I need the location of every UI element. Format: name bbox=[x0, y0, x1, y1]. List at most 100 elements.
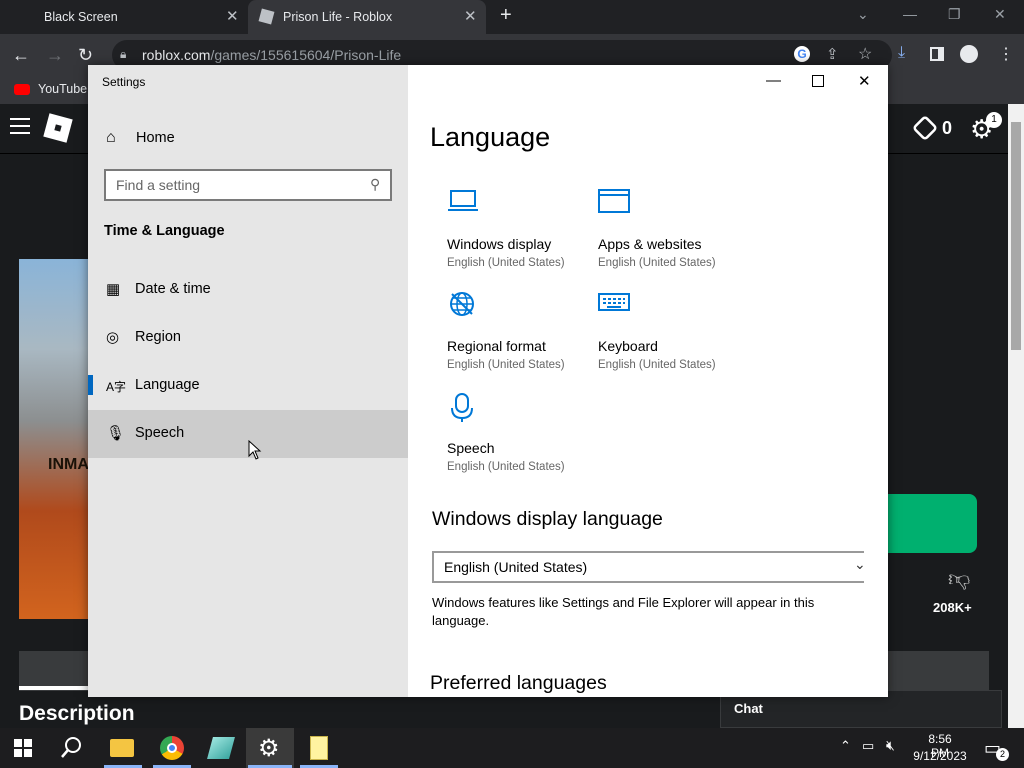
lock-icon[interactable]: 🔒︎ bbox=[120, 47, 126, 62]
window-icon bbox=[598, 189, 630, 213]
chrome-icon[interactable] bbox=[160, 736, 184, 760]
tile-subtitle: English (United States) bbox=[598, 257, 716, 269]
settings-minimize-icon[interactable]: — bbox=[766, 72, 781, 89]
tile-subtitle: English (United States) bbox=[447, 257, 565, 269]
thumbs-down-icon[interactable]: 👎︎ bbox=[948, 565, 970, 592]
hamburger-menu-icon[interactable] bbox=[10, 118, 30, 136]
tile-regional-format[interactable]: Regional format English (United States) bbox=[447, 291, 597, 386]
notepad-icon[interactable] bbox=[310, 736, 328, 760]
tile-name: Keyboard bbox=[598, 338, 658, 354]
tab-prison-life[interactable]: Prison Life - Roblox ✕ bbox=[248, 0, 486, 34]
tile-speech[interactable]: Speech English (United States) bbox=[447, 393, 597, 488]
tab-search-icon[interactable]: ⌄ bbox=[857, 6, 869, 23]
side-panel-icon[interactable] bbox=[930, 47, 944, 61]
nav-home[interactable]: Home bbox=[136, 130, 175, 146]
tile-keyboard[interactable]: Keyboard English (United States) bbox=[598, 291, 748, 386]
profile-avatar-icon[interactable] bbox=[960, 45, 978, 63]
display-language-value: English (United States) bbox=[444, 559, 588, 575]
description-heading: Description bbox=[19, 702, 135, 725]
calendar-clock-icon: ▦ bbox=[106, 281, 121, 298]
mouse-cursor-icon bbox=[248, 440, 262, 460]
notification-badge: 2 bbox=[996, 748, 1009, 761]
section-heading: Time & Language bbox=[104, 223, 225, 239]
keyboard-icon bbox=[598, 293, 630, 311]
google-lens-icon[interactable]: G bbox=[794, 46, 810, 62]
tile-windows-display[interactable]: Windows display English (United States) bbox=[447, 189, 597, 284]
new-tab-icon[interactable]: + bbox=[500, 4, 512, 27]
tab-black-screen[interactable]: Black Screen ✕ bbox=[28, 0, 248, 34]
forward-icon[interactable]: → bbox=[46, 45, 64, 66]
minimize-icon[interactable]: — bbox=[903, 6, 917, 22]
share-icon[interactable]: ⇪ bbox=[826, 45, 839, 63]
tab-close-icon[interactable]: ✕ bbox=[226, 0, 239, 34]
sidebar-item-label: Speech bbox=[135, 425, 185, 441]
menu-kebab-icon[interactable]: ⋮ bbox=[998, 44, 1014, 64]
network-icon[interactable]: ▭ bbox=[862, 738, 874, 754]
play-button[interactable] bbox=[886, 494, 977, 553]
file-explorer-icon[interactable] bbox=[110, 739, 134, 757]
robux-count: 0 bbox=[942, 118, 953, 138]
clock-date[interactable]: 9/12/2023 bbox=[912, 749, 968, 763]
restore-icon[interactable]: ❐ bbox=[948, 6, 961, 23]
url-text[interactable]: roblox.com/games/155615604/Prison-Life bbox=[142, 47, 401, 63]
tab-title: Prison Life - Roblox bbox=[283, 10, 393, 24]
tile-name: Windows display bbox=[447, 236, 552, 252]
preferred-languages-heading: Preferred languages bbox=[430, 672, 607, 694]
sidebar-item-region[interactable]: ◎ Region bbox=[88, 314, 408, 362]
download-icon[interactable]: ⤓ bbox=[898, 44, 905, 62]
sidebar-item-language[interactable]: A字 Language bbox=[88, 362, 408, 410]
globe-format-icon bbox=[450, 292, 474, 316]
laptop-icon bbox=[448, 190, 478, 211]
windows-start-icon[interactable] bbox=[14, 739, 32, 757]
url-host: roblox.com bbox=[142, 47, 211, 63]
bookmark-youtube[interactable]: YouTube bbox=[38, 82, 87, 96]
tile-name: Apps & websites bbox=[598, 236, 702, 252]
scrollbar-thumb[interactable] bbox=[1011, 122, 1021, 350]
notification-badge: 1 bbox=[986, 112, 1002, 128]
language-icon: A字 bbox=[106, 380, 127, 394]
youtube-icon bbox=[14, 84, 30, 95]
home-icon[interactable]: ⌂ bbox=[106, 129, 116, 147]
tile-subtitle: English (United States) bbox=[447, 359, 565, 371]
sidebar-item-label: Date & time bbox=[135, 281, 211, 297]
tile-subtitle: English (United States) bbox=[598, 359, 716, 371]
sidebar-item-label: Region bbox=[135, 329, 181, 345]
back-icon[interactable]: ← bbox=[12, 45, 30, 66]
display-language-description: Windows features like Settings and File … bbox=[432, 595, 815, 628]
window-title: Settings bbox=[102, 75, 146, 89]
bookmark-star-icon[interactable]: ☆ bbox=[858, 44, 872, 64]
display-language-heading: Windows display language bbox=[432, 508, 663, 530]
settings-gear-icon[interactable]: ⚙ bbox=[258, 734, 280, 763]
tab-title: Black Screen bbox=[44, 10, 118, 24]
settings-close-icon[interactable]: ✕ bbox=[858, 72, 871, 90]
tile-apps-websites[interactable]: Apps & websites English (United States) bbox=[598, 189, 748, 284]
page-title: Language bbox=[430, 122, 551, 152]
search-icon[interactable] bbox=[60, 736, 84, 760]
reload-icon[interactable]: ↻ bbox=[78, 45, 93, 66]
search-input[interactable] bbox=[116, 176, 356, 194]
settings-maximize-icon[interactable] bbox=[812, 75, 824, 87]
chevron-up-icon[interactable]: ⌃ bbox=[840, 738, 851, 754]
tile-name: Speech bbox=[447, 440, 495, 456]
microphone-icon bbox=[451, 393, 473, 422]
tab-close-icon[interactable]: ✕ bbox=[464, 0, 477, 34]
sidebar-item-date-time[interactable]: ▦ Date & time bbox=[88, 266, 408, 314]
selected-indicator bbox=[88, 375, 93, 395]
active-tab-indicator bbox=[19, 686, 89, 690]
sidebar-item-label: Language bbox=[135, 377, 200, 393]
roblox-favicon-icon bbox=[258, 8, 275, 25]
settings-search-box[interactable] bbox=[104, 169, 392, 201]
search-icon[interactable]: ⚲ bbox=[370, 176, 380, 193]
game-thumbnail[interactable] bbox=[19, 259, 89, 619]
close-icon[interactable]: ✕ bbox=[994, 6, 1006, 23]
tile-subtitle: English (United States) bbox=[447, 461, 565, 473]
url-path: /games/155615604/Prison-Life bbox=[210, 47, 402, 63]
microphone-icon: 🎙︎ bbox=[106, 425, 126, 442]
chevron-down-icon: ⌄ bbox=[854, 556, 866, 572]
dislike-count: 208K+ bbox=[933, 600, 972, 615]
thumbnail-text: INMA bbox=[48, 456, 89, 473]
globe-icon: ◎ bbox=[106, 329, 120, 346]
tile-name: Regional format bbox=[447, 338, 546, 354]
volume-muted-icon[interactable]: 🔇︎ bbox=[886, 737, 895, 754]
chat-label: Chat bbox=[734, 701, 763, 716]
